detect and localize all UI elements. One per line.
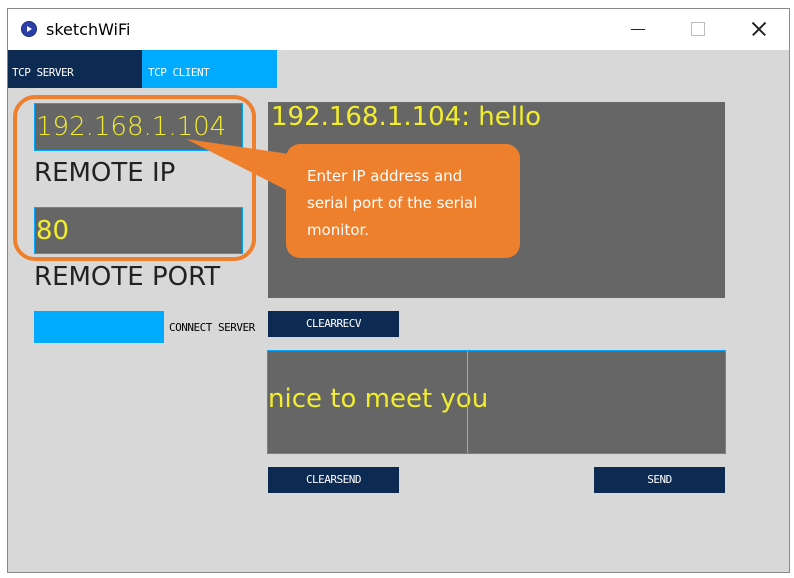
callout-line-2: serial port of the serial	[307, 194, 478, 212]
connect-server-button[interactable]	[34, 311, 164, 343]
callout-line-3: monitor.	[307, 221, 370, 239]
tab-tcp-server[interactable]: TCP SERVER	[8, 50, 142, 88]
app-window: sketchWiFi TCP SERVER TCP CLIENT 192.168…	[7, 8, 790, 573]
annotation-callout: Enter IP address and serial port of the …	[286, 144, 520, 258]
clear-receive-button[interactable]: CLEARRECV	[268, 311, 399, 337]
minimize-button[interactable]	[614, 14, 660, 44]
send-button[interactable]: SEND	[594, 467, 725, 493]
clear-send-button[interactable]: CLEARSEND	[268, 467, 399, 493]
tab-tcp-client[interactable]: TCP CLIENT	[142, 50, 277, 88]
received-message: 192.168.1.104: hello	[271, 102, 542, 132]
text-caret	[467, 351, 468, 453]
callout-pointer	[186, 139, 296, 195]
connect-server-label: CONNECT SERVER	[169, 321, 255, 334]
close-button[interactable]	[736, 14, 782, 44]
remote-port-label: REMOTE PORT	[34, 262, 221, 292]
send-message: nice to meet you	[268, 384, 489, 414]
maximize-button[interactable]	[674, 14, 720, 44]
callout-line-1: Enter IP address and	[307, 167, 463, 185]
app-icon	[21, 21, 37, 37]
window-title: sketchWiFi	[46, 20, 131, 39]
send-input[interactable]: nice to meet you	[267, 350, 726, 454]
title-bar: sketchWiFi	[8, 9, 789, 50]
